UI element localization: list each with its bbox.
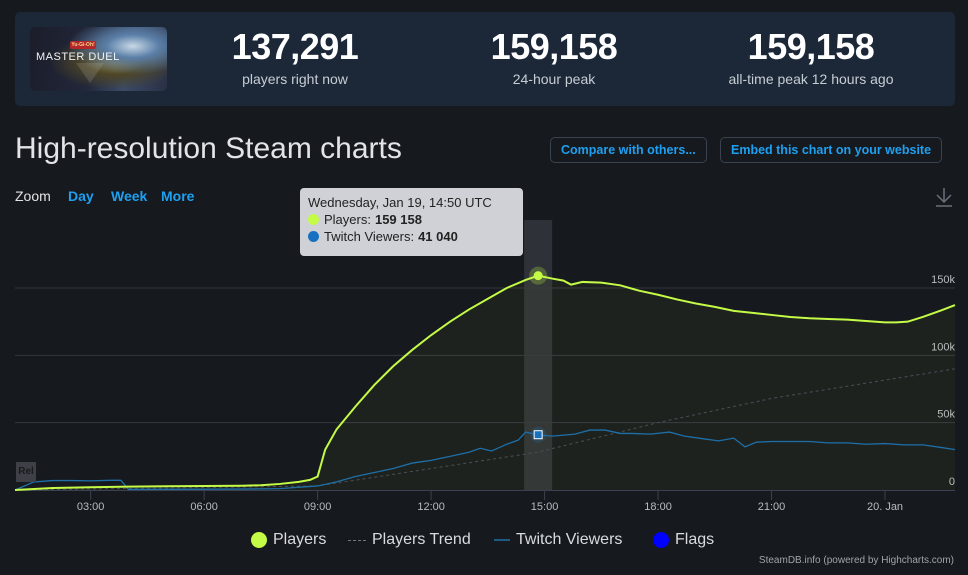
x-tick-label: 18:00 [644, 501, 672, 513]
x-tick-label: 06:00 [190, 501, 218, 513]
stat-label: all-time peak 12 hours ago [728, 71, 894, 87]
zoom-label: Zoom [15, 188, 51, 204]
players-dot-icon [308, 214, 319, 225]
tooltip-players-value: 159 158 [374, 212, 422, 227]
stat-label: players right now [242, 71, 348, 87]
flag-marker[interactable]: Rel [16, 462, 36, 482]
stat-value: 159,158 [747, 26, 875, 67]
chart-credit[interactable]: SteamDB.info (powered by Highcharts.com) [759, 555, 954, 566]
page-title: High-resolution Steam charts [15, 132, 402, 165]
x-tick-label: 09:00 [304, 501, 332, 513]
thumbnail-emblem [76, 63, 104, 83]
zoom-week-button[interactable]: Week [111, 188, 147, 204]
game-header-card: Yu-Gi-Oh! MASTER DUEL 137,291 players ri… [15, 12, 955, 106]
legend-item-players[interactable]: Players [251, 531, 326, 549]
tooltip-twitch-row: Twitch Viewers: 41 040 [308, 228, 515, 245]
players-hover-marker [533, 271, 543, 281]
y-tick-label: 150k [931, 274, 955, 286]
stat-all-time-peak: 159,158 all-time peak 12 hours ago [691, 26, 931, 88]
chart-tooltip: Wednesday, Jan 19, 14:50 UTC Players: 15… [300, 188, 523, 256]
game-thumbnail[interactable]: Yu-Gi-Oh! MASTER DUEL [30, 27, 167, 91]
download-icon[interactable] [934, 186, 954, 208]
stat-value: 137,291 [231, 26, 359, 67]
compare-button[interactable]: Compare with others... [550, 137, 707, 163]
tooltip-players-label: Players: [324, 212, 371, 227]
legend-label: Players [273, 531, 327, 548]
legend-label: Twitch Viewers [516, 531, 623, 548]
tooltip-title: Wednesday, Jan 19, 14:50 UTC [308, 195, 492, 210]
thumbnail-top-logo: Yu-Gi-Oh! [70, 41, 96, 49]
stat-label: 24-hour peak [512, 71, 596, 87]
x-tick-label: 15:00 [531, 501, 559, 513]
legend-label: Players Trend [372, 531, 471, 548]
trend-legend-icon [348, 539, 366, 541]
players-area [15, 275, 955, 490]
stat-value: 159,158 [490, 26, 618, 67]
twitch-legend-icon [494, 539, 510, 541]
thumbnail-main-logo: MASTER DUEL [36, 51, 120, 63]
legend-item-players-trend[interactable]: Players Trend [348, 531, 471, 549]
x-tick-label: 03:00 [77, 501, 105, 513]
chart-legend: Players Players Trend Twitch Viewers Fla… [0, 531, 968, 553]
x-tick-label: 21:00 [758, 501, 786, 513]
zoom-day-button[interactable]: Day [68, 188, 94, 204]
legend-item-twitch-viewers[interactable]: Twitch Viewers [494, 531, 622, 549]
stat-current-players: 137,291 players right now [175, 26, 415, 88]
tooltip-twitch-label: Twitch Viewers: [324, 229, 415, 244]
legend-item-flags[interactable]: Flags [653, 531, 714, 549]
x-tick-label: 20. Jan [867, 501, 903, 513]
x-tick-label: 12:00 [417, 501, 445, 513]
twitch-hover-marker [533, 430, 543, 440]
zoom-more-button[interactable]: More [161, 188, 194, 204]
legend-label: Flags [675, 531, 715, 548]
tooltip-players-row: Players: 159 158 [308, 211, 515, 228]
twitch-dot-icon [308, 231, 319, 242]
players-legend-icon [251, 532, 267, 548]
tooltip-twitch-value: 41 040 [418, 229, 458, 244]
embed-chart-button[interactable]: Embed this chart on your website [720, 137, 943, 163]
player-chart[interactable]: 050k100k150k03:00 06:00 09:00 12:00 15:00 18:… [0, 210, 968, 520]
flags-legend-icon [653, 532, 669, 548]
stat-24h-peak: 159,158 24-hour peak [434, 26, 674, 88]
